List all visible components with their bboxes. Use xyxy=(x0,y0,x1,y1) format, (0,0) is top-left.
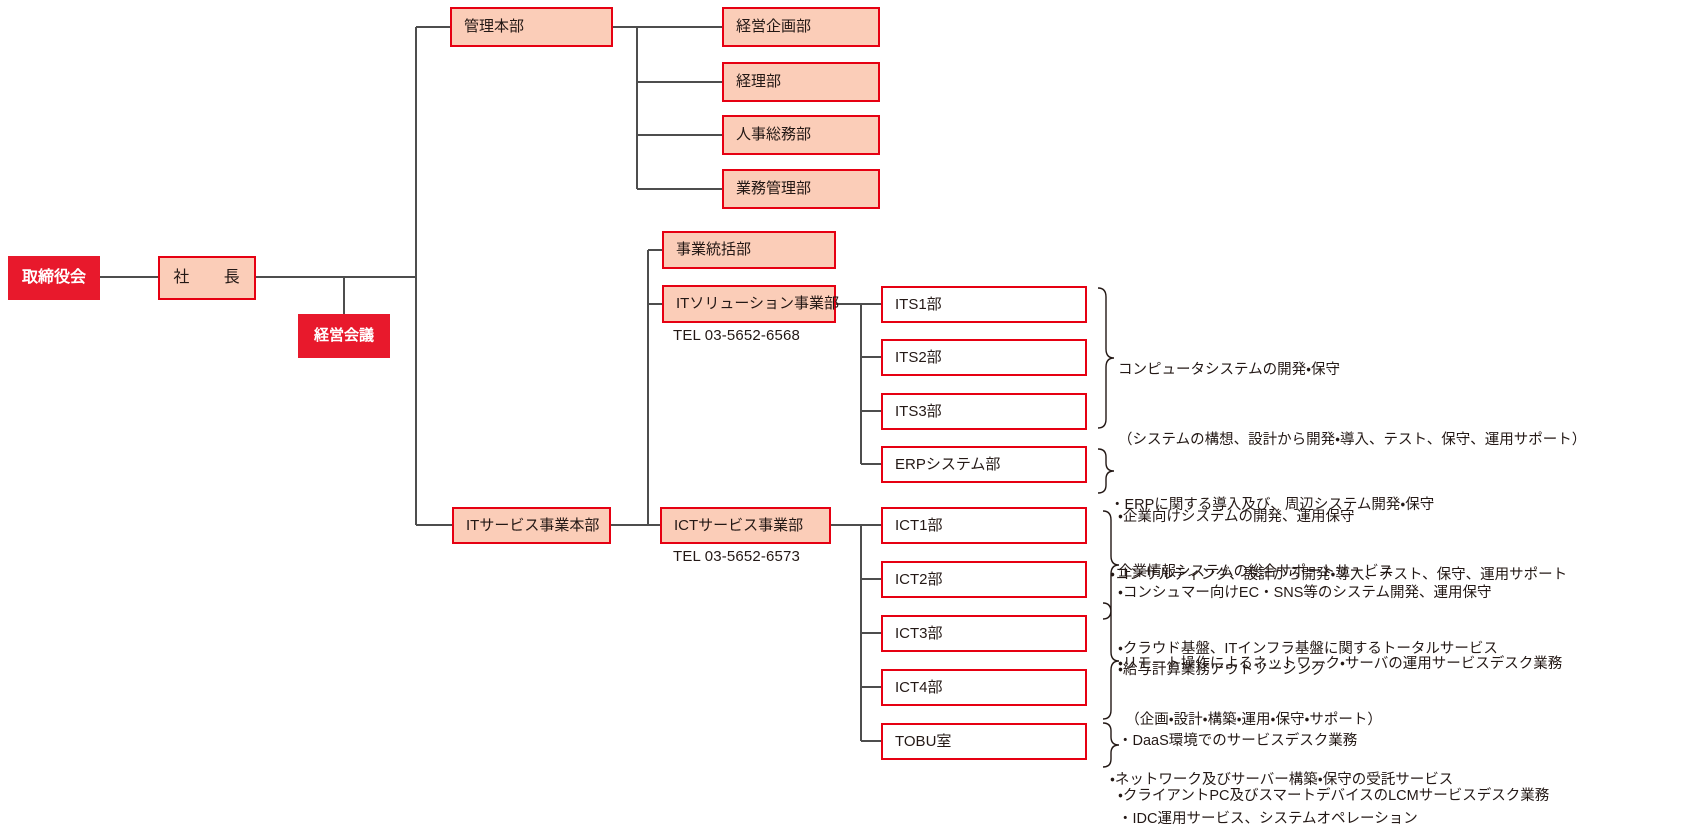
node-label: ICTサービス事業部 xyxy=(674,516,804,534)
node-president[interactable]: 社 長 xyxy=(158,256,256,300)
node-its2-dept[interactable]: ITS2部 xyxy=(881,339,1087,376)
node-label: ITサービス事業本部 xyxy=(466,516,600,534)
node-label: ITソリューション事業部 xyxy=(676,295,840,312)
node-label: 経理部 xyxy=(736,73,782,90)
node-label: 管理本部 xyxy=(464,18,525,35)
node-label: ITS1部 xyxy=(895,295,942,313)
node-it-solution-division[interactable]: ITソリューション事業部 xyxy=(662,285,840,323)
org-chart: 取締役会 社 長 経営会議 管理本部 経営企画部 経理部 人事総務部 業務管理部… xyxy=(0,0,1697,828)
node-board-of-directors[interactable]: 取締役会 xyxy=(8,256,100,300)
node-ict3-dept[interactable]: ICT3部 xyxy=(881,615,1087,652)
description-line: ・ネットワーク及びサーバー構築・保守の受託サービス xyxy=(1110,771,1454,788)
node-label: ERPシステム部 xyxy=(895,455,1001,473)
node-label: TOBU室 xyxy=(895,732,952,750)
node-accounting-dept[interactable]: 経理部 xyxy=(722,62,880,102)
node-label: 人事総務部 xyxy=(736,126,812,143)
node-label: 取締役会 xyxy=(21,269,86,287)
node-tobu-room[interactable]: TOBU室 xyxy=(881,723,1087,760)
node-its3-dept[interactable]: ITS3部 xyxy=(881,393,1087,430)
node-ict4-dept[interactable]: ICT4部 xyxy=(881,669,1087,706)
node-label: ICT3部 xyxy=(895,624,943,642)
node-label: ICT4部 xyxy=(895,678,943,696)
node-label: ITS2部 xyxy=(895,348,942,366)
node-ict1-dept[interactable]: ICT1部 xyxy=(881,507,1087,544)
node-its1-dept[interactable]: ITS1部 xyxy=(881,286,1087,323)
node-it-service-headquarters[interactable]: ITサービス事業本部 xyxy=(452,507,611,544)
node-hr-general-affairs-dept[interactable]: 人事総務部 xyxy=(722,115,880,155)
description-line: 企業情報システムの総合サポートサービス xyxy=(1118,563,1394,580)
node-business-management-dept[interactable]: 業務管理部 xyxy=(722,169,880,209)
ict-service-division-tel: TEL 03-5652-6573 xyxy=(673,548,800,565)
node-label: 業務管理部 xyxy=(736,180,812,197)
it-solution-division-tel: TEL 03-5652-6568 xyxy=(673,327,800,344)
node-ict2-dept[interactable]: ICT2部 xyxy=(881,561,1087,598)
node-label: 経営会議 xyxy=(313,327,374,344)
description-line: ・リモート操作によるネットワーク・サーバの運用サービスデスク業務 xyxy=(1118,655,1563,672)
description-line: コンピュータシステムの開発・保守 xyxy=(1118,361,1340,378)
node-ict-service-division[interactable]: ICTサービス事業部 xyxy=(660,507,831,544)
description-tobu: ・ネットワーク及びサーバー構築・保守の受託サービス ・PC及びスマートデバイスの… xyxy=(1110,722,1453,828)
node-label: 経営企画部 xyxy=(736,18,812,35)
node-management-planning-dept[interactable]: 経営企画部 xyxy=(722,7,880,47)
node-label: ITS3部 xyxy=(895,402,942,420)
node-label: ICT1部 xyxy=(895,516,943,534)
node-label: 社 長 xyxy=(173,269,241,287)
node-erp-system-dept[interactable]: ERPシステム部 xyxy=(881,446,1087,483)
node-admin-headquarters[interactable]: 管理本部 xyxy=(450,7,613,47)
node-executive-council[interactable]: 経営会議 xyxy=(298,314,390,358)
node-label: ICT2部 xyxy=(895,570,943,588)
node-business-control-dept[interactable]: 事業統括部 xyxy=(662,231,836,269)
node-label: 事業統括部 xyxy=(676,241,752,258)
